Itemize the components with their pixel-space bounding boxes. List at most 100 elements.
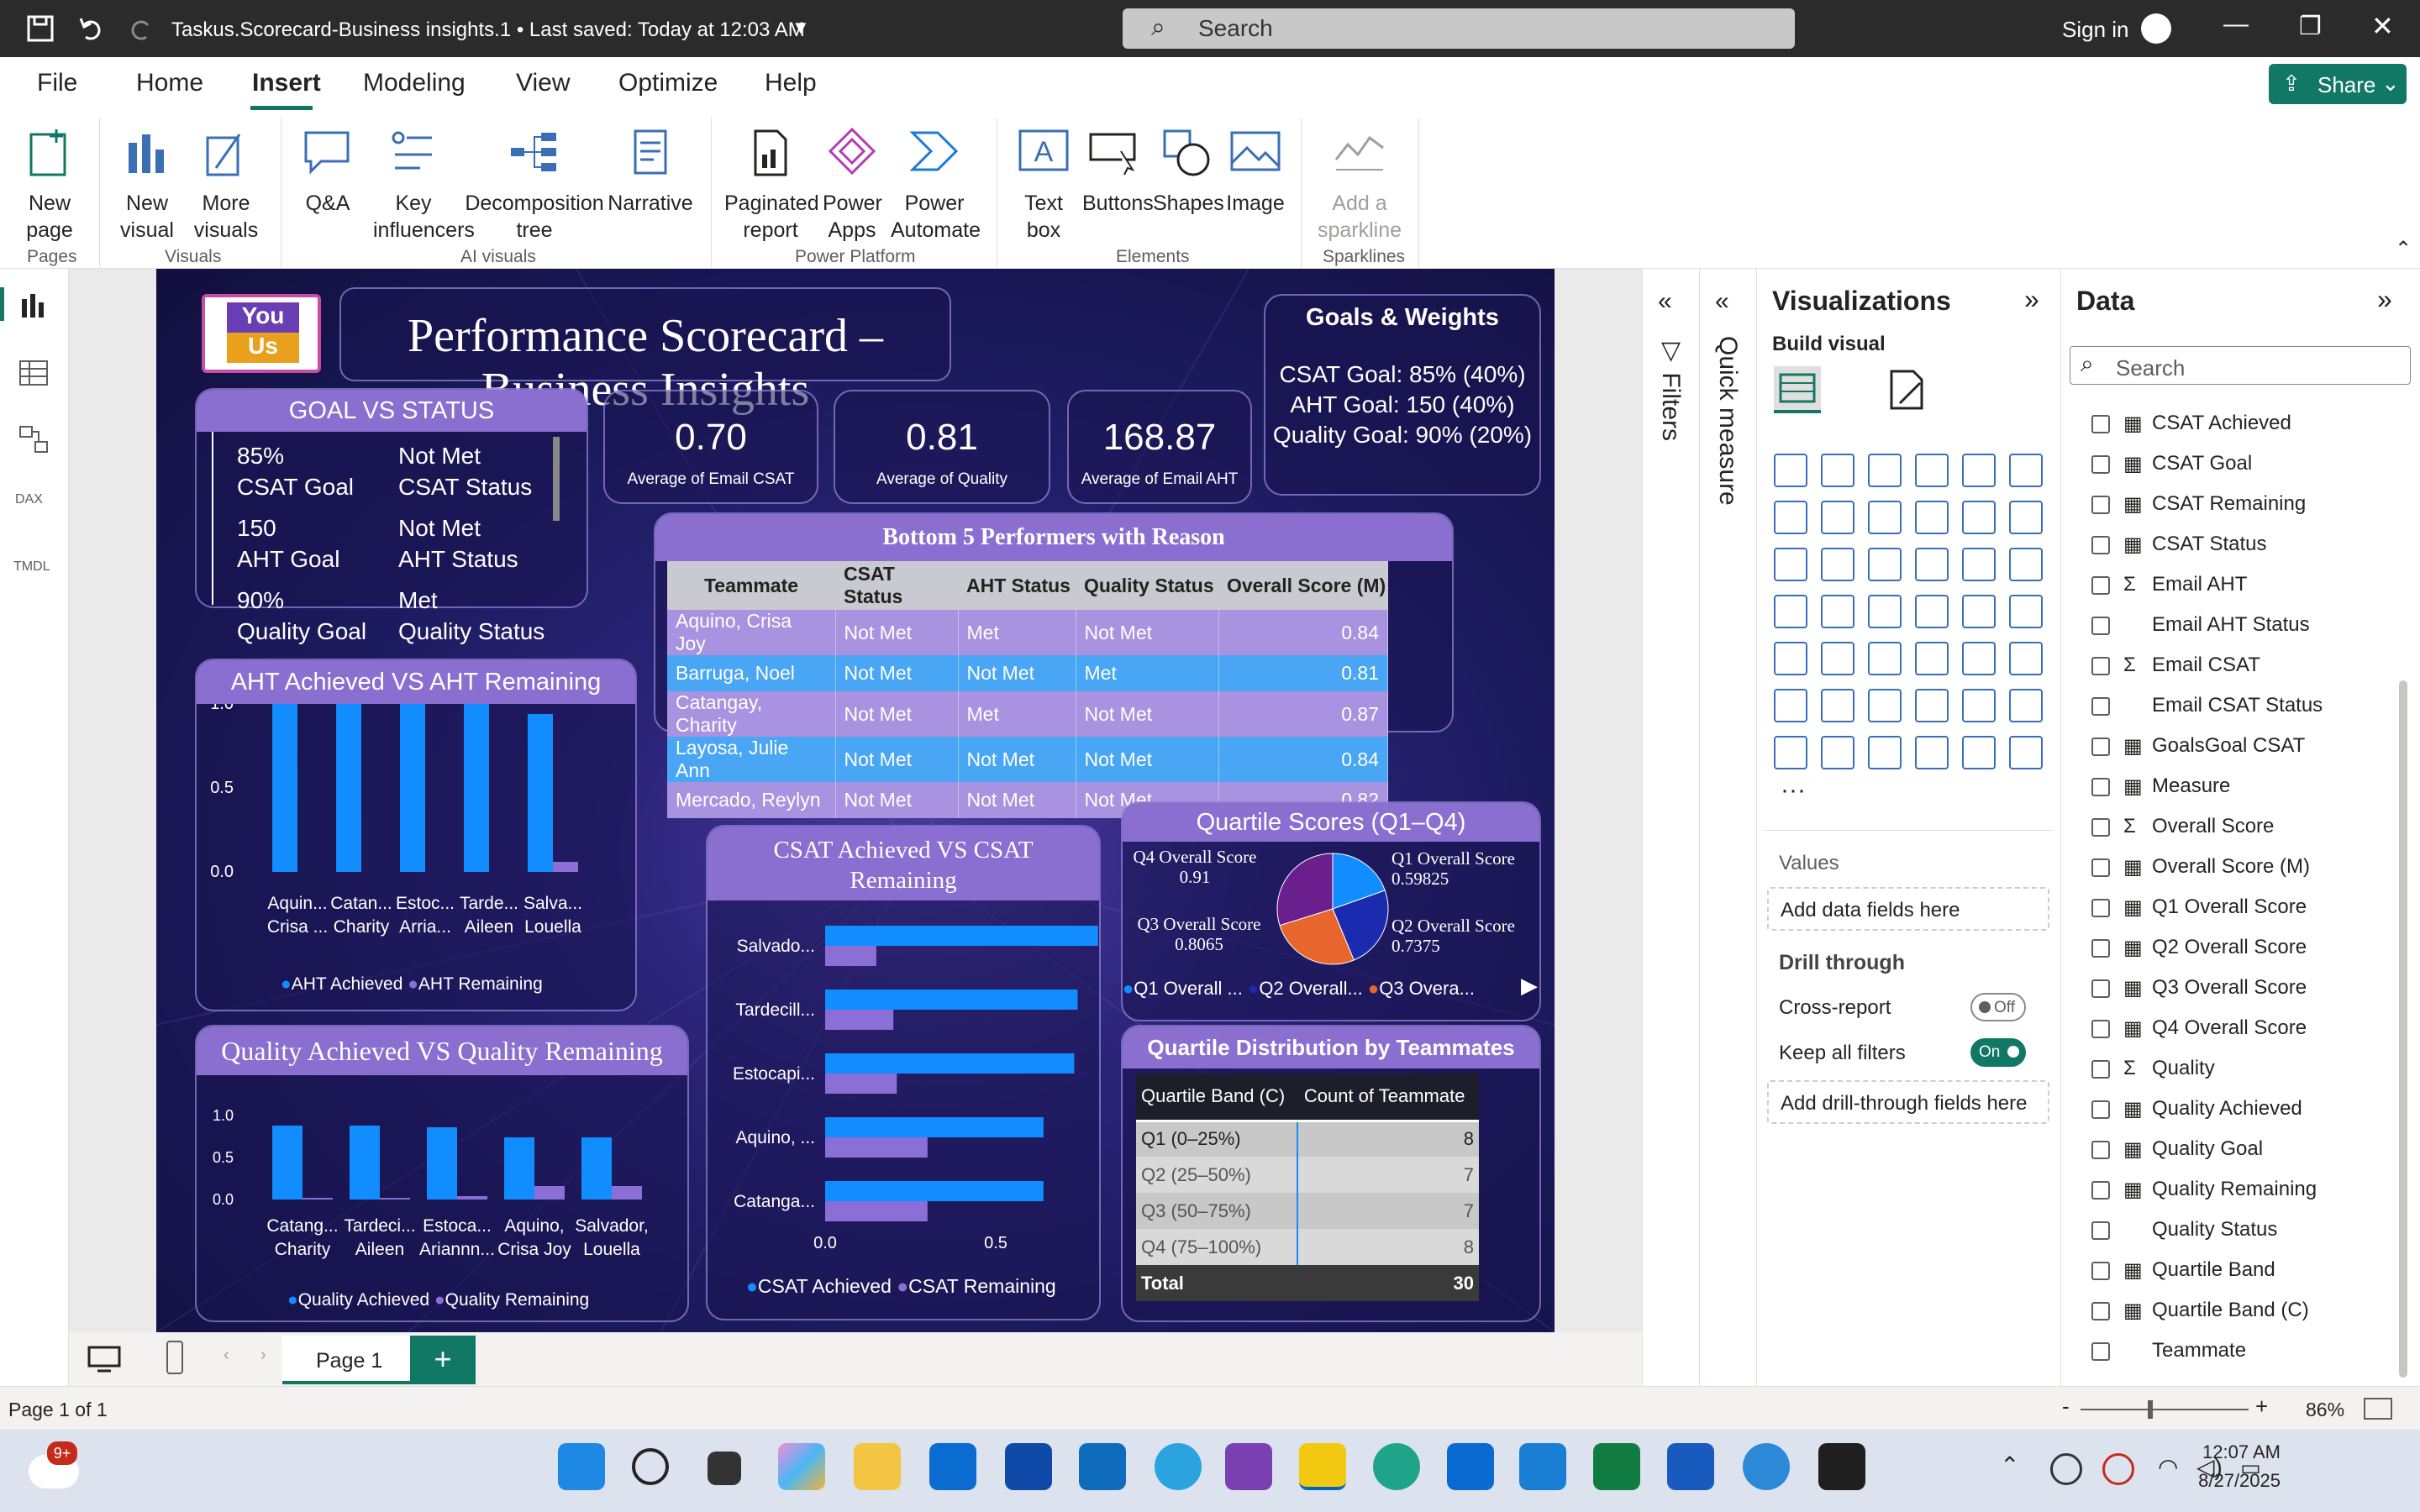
field-item[interactable]: Overall Score: [2152, 815, 2274, 838]
menu-home[interactable]: Home: [136, 69, 203, 97]
zoom-slider[interactable]: [2081, 1409, 2249, 1410]
field-checkbox[interactable]: [2091, 415, 2110, 433]
sync-icon[interactable]: [2102, 1453, 2134, 1485]
field-item[interactable]: Quality Achieved: [2152, 1097, 2302, 1121]
scrollbar-thumb[interactable]: [553, 437, 560, 521]
bar-remaining[interactable]: [302, 1198, 333, 1200]
menu-modeling[interactable]: Modeling: [363, 69, 466, 97]
new-page-button[interactable]: New page: [12, 126, 87, 244]
field-checkbox[interactable]: [2091, 576, 2110, 595]
buttons-button[interactable]: Buttons: [1082, 126, 1154, 217]
keep-filters-toggle[interactable]: On: [1970, 1038, 2026, 1067]
share-button[interactable]: ⇪ Share ⌄: [2269, 64, 2407, 104]
menu-help[interactable]: Help: [765, 69, 817, 97]
col-count[interactable]: Count of Teammate: [1297, 1074, 1479, 1122]
power-automate-taskbar-icon[interactable]: [1005, 1443, 1052, 1490]
visual-type-icon[interactable]: [1915, 595, 1949, 628]
sticky-app-icon[interactable]: [1818, 1443, 1865, 1490]
visual-type-icon[interactable]: [1915, 454, 1949, 487]
field-item[interactable]: Quartile Band: [2152, 1258, 2275, 1282]
field-checkbox[interactable]: [2091, 979, 2110, 998]
visual-type-icon[interactable]: [1868, 689, 1902, 722]
visual-type-icon[interactable]: [1868, 548, 1902, 581]
field-checkbox[interactable]: [2091, 657, 2110, 675]
fit-to-page-icon[interactable]: [2363, 1397, 2393, 1420]
narrative-button[interactable]: Narrative: [607, 126, 694, 217]
file-explorer-icon[interactable]: [854, 1443, 901, 1490]
minimize-icon[interactable]: —: [2223, 10, 2249, 39]
prev-page-icon[interactable]: ‹: [224, 1346, 229, 1365]
volume-icon[interactable]: ◁): [2196, 1453, 2223, 1481]
visual-type-icon[interactable]: [2009, 454, 2043, 487]
field-item[interactable]: CSAT Goal: [2152, 452, 2252, 475]
field-checkbox[interactable]: [2091, 1302, 2110, 1320]
field-item[interactable]: CSAT Remaining: [2152, 492, 2306, 516]
visual-type-icon[interactable]: [2009, 548, 2043, 581]
col-quality-status[interactable]: Quality Status: [1076, 561, 1218, 610]
visual-type-icon[interactable]: [1962, 454, 1996, 487]
visual-type-icon[interactable]: [1774, 736, 1807, 769]
power-bi-taskbar-icon[interactable]: [1299, 1443, 1346, 1490]
more-visuals-ellipsis[interactable]: ···: [1781, 776, 1806, 805]
table-row[interactable]: Barruga, Noel Not Met Not Met Met 0.81: [667, 655, 1388, 691]
bar-achieved[interactable]: [825, 1181, 1044, 1201]
bar-remaining[interactable]: [534, 1186, 565, 1200]
signin-link[interactable]: Sign in: [2062, 17, 2129, 43]
add-page-button[interactable]: +: [410, 1336, 476, 1384]
zoom-slider-thumb[interactable]: [2148, 1400, 2153, 1419]
field-item[interactable]: Email AHT: [2152, 573, 2247, 596]
bar-achieved[interactable]: [272, 1126, 302, 1200]
visual-type-icon[interactable]: [1821, 689, 1854, 722]
telegram-icon[interactable]: [1155, 1443, 1202, 1490]
build-visual-tab[interactable]: [1774, 366, 1821, 413]
save-icon[interactable]: [27, 15, 54, 42]
visual-type-icon[interactable]: [1962, 548, 1996, 581]
mobile-layout-icon[interactable]: [165, 1339, 185, 1376]
field-item[interactable]: GoalsGoal CSAT: [2152, 734, 2305, 758]
menu-optimize[interactable]: Optimize: [618, 69, 718, 97]
table-view-icon[interactable]: [18, 358, 49, 388]
clock-date[interactable]: 8/27/2025: [2171, 1470, 2281, 1492]
col-csat-status[interactable]: CSAT Status: [835, 561, 958, 610]
bar-remaining[interactable]: [612, 1186, 642, 1200]
field-item[interactable]: Quality: [2152, 1057, 2215, 1080]
visual-type-icon[interactable]: [1774, 548, 1807, 581]
visual-type-icon[interactable]: [1915, 501, 1949, 534]
table-row[interactable]: Catangay, Charity Not Met Met Not Met 0.87: [667, 691, 1388, 737]
values-dropzone[interactable]: Add data fields here: [1767, 887, 2049, 931]
visual-type-icon[interactable]: [1868, 736, 1902, 769]
battery-icon[interactable]: ▭: [2240, 1455, 2261, 1481]
field-item[interactable]: Quality Status: [2152, 1218, 2277, 1242]
visual-type-icon[interactable]: [1774, 595, 1807, 628]
field-item[interactable]: Q4 Overall Score: [2152, 1016, 2307, 1040]
field-checkbox[interactable]: [2091, 496, 2110, 514]
bar-remaining[interactable]: [825, 1137, 928, 1158]
quick-measure-pane-collapsed[interactable]: « Quick measure: [1699, 269, 1756, 1386]
visual-type-icon[interactable]: [1915, 642, 1949, 675]
field-item[interactable]: Teammate: [2152, 1339, 2246, 1362]
table-row[interactable]: Q3 (50–75%) 7: [1136, 1193, 1479, 1229]
field-checkbox[interactable]: [2091, 1100, 2110, 1119]
power-automate-button[interactable]: Power Automate: [891, 126, 981, 244]
expand-quick-measure-icon[interactable]: «: [1715, 287, 1729, 316]
zoom-out-button[interactable]: -: [2062, 1394, 2070, 1420]
close-icon[interactable]: ✕: [2371, 10, 2394, 42]
visual-type-icon[interactable]: [1821, 548, 1854, 581]
bar-remaining[interactable]: [825, 1074, 897, 1094]
visual-type-icon[interactable]: [1915, 736, 1949, 769]
menu-file[interactable]: File: [37, 69, 77, 97]
visual-type-icon[interactable]: [1962, 642, 1996, 675]
bar-achieved[interactable]: [825, 1053, 1075, 1074]
bar-remaining[interactable]: [825, 946, 876, 966]
shapes-button[interactable]: Shapes: [1153, 126, 1224, 217]
collapse-viz-icon[interactable]: »: [2024, 284, 2039, 315]
show-hidden-icons[interactable]: ⌃: [2000, 1452, 2019, 1479]
field-item[interactable]: Q3 Overall Score: [2152, 976, 2307, 1000]
wifi-icon[interactable]: ◠: [2158, 1453, 2178, 1481]
field-item[interactable]: Email AHT Status: [2152, 613, 2310, 637]
field-checkbox[interactable]: [2091, 1141, 2110, 1159]
menu-view[interactable]: View: [516, 69, 570, 97]
col-overall-score[interactable]: Overall Score (M): [1218, 561, 1388, 610]
bar-remaining[interactable]: [553, 862, 578, 872]
bar-achieved[interactable]: [528, 714, 553, 872]
